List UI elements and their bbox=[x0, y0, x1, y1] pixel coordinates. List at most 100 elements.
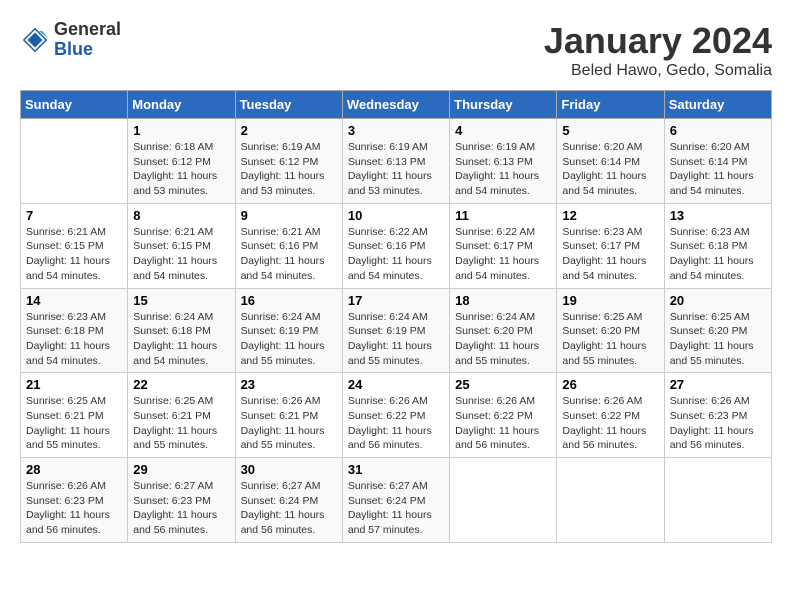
day-info: Sunrise: 6:27 AM Sunset: 6:24 PM Dayligh… bbox=[241, 479, 337, 538]
calendar-table: SundayMondayTuesdayWednesdayThursdayFrid… bbox=[20, 90, 772, 543]
day-info: Sunrise: 6:21 AM Sunset: 6:16 PM Dayligh… bbox=[241, 225, 337, 284]
day-info: Sunrise: 6:27 AM Sunset: 6:23 PM Dayligh… bbox=[133, 479, 229, 538]
day-number: 17 bbox=[348, 293, 444, 308]
day-number: 20 bbox=[670, 293, 766, 308]
day-info: Sunrise: 6:20 AM Sunset: 6:14 PM Dayligh… bbox=[670, 140, 766, 199]
day-number: 5 bbox=[562, 123, 658, 138]
day-info: Sunrise: 6:25 AM Sunset: 6:20 PM Dayligh… bbox=[670, 310, 766, 369]
day-info: Sunrise: 6:23 AM Sunset: 6:18 PM Dayligh… bbox=[670, 225, 766, 284]
calendar-day-cell: 7Sunrise: 6:21 AM Sunset: 6:15 PM Daylig… bbox=[21, 203, 128, 288]
weekday-header-cell: Monday bbox=[128, 91, 235, 119]
day-number: 30 bbox=[241, 462, 337, 477]
day-number: 19 bbox=[562, 293, 658, 308]
day-number: 14 bbox=[26, 293, 122, 308]
day-number: 27 bbox=[670, 377, 766, 392]
month-title: January 2024 bbox=[544, 20, 772, 62]
weekday-header-cell: Sunday bbox=[21, 91, 128, 119]
weekday-header-cell: Thursday bbox=[450, 91, 557, 119]
day-number: 22 bbox=[133, 377, 229, 392]
calendar-week-row: 14 Sunrise: 6:23 AM Sunset: 6:18 PM Dayli… bbox=[21, 288, 772, 373]
day-info: Sunrise: 6:26 AM Sunset: 6:22 PM Dayligh… bbox=[348, 394, 444, 453]
calendar-day-cell: 11Sunrise: 6:22 AM Sunset: 6:17 PM Dayli… bbox=[450, 203, 557, 288]
day-info: Sunrise: 6:24 AM Sunset: 6:18 PM Dayligh… bbox=[133, 310, 229, 369]
calendar-day-cell: 12 Sunrise: 6:23 AM Sunset: 6:17 PM Dayli… bbox=[557, 203, 664, 288]
day-info: Sunrise: 6:22 AM Sunset: 6:16 PM Dayligh… bbox=[348, 225, 444, 284]
calendar-day-cell: 4 Sunrise: 6:19 AM Sunset: 6:13 PM Daylig… bbox=[450, 119, 557, 204]
day-number: 28 bbox=[26, 462, 122, 477]
day-number: 31 bbox=[348, 462, 444, 477]
calendar-week-row: 21 Sunrise: 6:25 AM Sunset: 6:21 PM Dayli… bbox=[21, 373, 772, 458]
calendar-day-cell: 28Sunrise: 6:26 AM Sunset: 6:23 PM Dayli… bbox=[21, 458, 128, 543]
day-number: 23 bbox=[241, 377, 337, 392]
day-info: Sunrise: 6:23 AM Sunset: 6:17 PM Dayligh… bbox=[562, 225, 658, 284]
calendar-day-cell: 8 Sunrise: 6:21 AM Sunset: 6:15 PM Daylig… bbox=[128, 203, 235, 288]
page-header: General Blue January 2024 Beled Hawo, Ge… bbox=[20, 20, 772, 80]
day-info: Sunrise: 6:26 AM Sunset: 6:22 PM Dayligh… bbox=[455, 394, 551, 453]
calendar-day-cell: 31Sunrise: 6:27 AM Sunset: 6:24 PM Dayli… bbox=[342, 458, 449, 543]
calendar-day-cell: 26 Sunrise: 6:26 AM Sunset: 6:22 PM Dayli… bbox=[557, 373, 664, 458]
day-number: 12 bbox=[562, 208, 658, 223]
calendar-day-cell: 22 Sunrise: 6:25 AM Sunset: 6:21 PM Dayli… bbox=[128, 373, 235, 458]
location-title: Beled Hawo, Gedo, Somalia bbox=[544, 62, 772, 80]
calendar-day-cell bbox=[450, 458, 557, 543]
calendar-day-cell: 16Sunrise: 6:24 AM Sunset: 6:19 PM Dayli… bbox=[235, 288, 342, 373]
weekday-header-cell: Wednesday bbox=[342, 91, 449, 119]
calendar-day-cell bbox=[664, 458, 771, 543]
weekday-header-cell: Friday bbox=[557, 91, 664, 119]
calendar-body: 1Sunrise: 6:18 AM Sunset: 6:12 PM Daylig… bbox=[21, 119, 772, 543]
calendar-day-cell: 6 Sunrise: 6:20 AM Sunset: 6:14 PM Daylig… bbox=[664, 119, 771, 204]
day-info: Sunrise: 6:24 AM Sunset: 6:20 PM Dayligh… bbox=[455, 310, 551, 369]
calendar-day-cell: 18 Sunrise: 6:24 AM Sunset: 6:20 PM Dayli… bbox=[450, 288, 557, 373]
day-number: 9 bbox=[241, 208, 337, 223]
calendar-day-cell bbox=[557, 458, 664, 543]
day-number: 11 bbox=[455, 208, 551, 223]
day-info: Sunrise: 6:19 AM Sunset: 6:13 PM Dayligh… bbox=[455, 140, 551, 199]
calendar-day-cell: 10 Sunrise: 6:22 AM Sunset: 6:16 PM Dayli… bbox=[342, 203, 449, 288]
calendar-day-cell: 20 Sunrise: 6:25 AM Sunset: 6:20 PM Dayli… bbox=[664, 288, 771, 373]
logo: General Blue bbox=[20, 20, 121, 60]
day-number: 4 bbox=[455, 123, 551, 138]
calendar-day-cell: 17 Sunrise: 6:24 AM Sunset: 6:19 PM Dayli… bbox=[342, 288, 449, 373]
calendar-day-cell: 5 Sunrise: 6:20 AM Sunset: 6:14 PM Daylig… bbox=[557, 119, 664, 204]
day-info: Sunrise: 6:19 AM Sunset: 6:13 PM Dayligh… bbox=[348, 140, 444, 199]
day-number: 26 bbox=[562, 377, 658, 392]
logo-blue: Blue bbox=[54, 40, 121, 60]
calendar-day-cell: 2Sunrise: 6:19 AM Sunset: 6:12 PM Daylig… bbox=[235, 119, 342, 204]
calendar-day-cell bbox=[21, 119, 128, 204]
calendar-day-cell: 23Sunrise: 6:26 AM Sunset: 6:21 PM Dayli… bbox=[235, 373, 342, 458]
day-info: Sunrise: 6:26 AM Sunset: 6:23 PM Dayligh… bbox=[670, 394, 766, 453]
day-info: Sunrise: 6:24 AM Sunset: 6:19 PM Dayligh… bbox=[348, 310, 444, 369]
day-info: Sunrise: 6:21 AM Sunset: 6:15 PM Dayligh… bbox=[133, 225, 229, 284]
day-info: Sunrise: 6:23 AM Sunset: 6:18 PM Dayligh… bbox=[26, 310, 122, 369]
calendar-week-row: 7 Sunrise: 6:21 AM Sunset: 6:15 PM Daylig… bbox=[21, 203, 772, 288]
day-number: 7 bbox=[26, 208, 122, 223]
day-info: Sunrise: 6:26 AM Sunset: 6:22 PM Dayligh… bbox=[562, 394, 658, 453]
day-number: 6 bbox=[670, 123, 766, 138]
day-number: 8 bbox=[133, 208, 229, 223]
day-info: Sunrise: 6:24 AM Sunset: 6:19 PM Dayligh… bbox=[241, 310, 337, 369]
logo-general: General bbox=[54, 20, 121, 40]
day-number: 21 bbox=[26, 377, 122, 392]
calendar-day-cell: 21Sunrise: 6:25 AM Sunset: 6:21 PM Dayli… bbox=[21, 373, 128, 458]
title-block: January 2024 Beled Hawo, Gedo, Somalia bbox=[544, 20, 772, 80]
calendar-day-cell: 25 Sunrise: 6:26 AM Sunset: 6:22 PM Dayli… bbox=[450, 373, 557, 458]
day-info: Sunrise: 6:19 AM Sunset: 6:12 PM Dayligh… bbox=[241, 140, 337, 199]
calendar-day-cell: 1Sunrise: 6:18 AM Sunset: 6:12 PM Daylig… bbox=[128, 119, 235, 204]
weekday-header-cell: Tuesday bbox=[235, 91, 342, 119]
calendar-day-cell: 9 Sunrise: 6:21 AM Sunset: 6:16 PM Daylig… bbox=[235, 203, 342, 288]
calendar-day-cell: 14 Sunrise: 6:23 AM Sunset: 6:18 PM Dayli… bbox=[21, 288, 128, 373]
day-number: 1 bbox=[133, 123, 229, 138]
day-number: 3 bbox=[348, 123, 444, 138]
calendar-day-cell: 24Sunrise: 6:26 AM Sunset: 6:22 PM Dayli… bbox=[342, 373, 449, 458]
day-number: 10 bbox=[348, 208, 444, 223]
calendar-week-row: 28Sunrise: 6:26 AM Sunset: 6:23 PM Dayli… bbox=[21, 458, 772, 543]
day-number: 25 bbox=[455, 377, 551, 392]
logo-icon bbox=[20, 25, 50, 55]
day-info: Sunrise: 6:25 AM Sunset: 6:21 PM Dayligh… bbox=[133, 394, 229, 453]
day-info: Sunrise: 6:25 AM Sunset: 6:20 PM Dayligh… bbox=[562, 310, 658, 369]
calendar-day-cell: 13Sunrise: 6:23 AM Sunset: 6:18 PM Dayli… bbox=[664, 203, 771, 288]
calendar-day-cell: 30 Sunrise: 6:27 AM Sunset: 6:24 PM Dayli… bbox=[235, 458, 342, 543]
day-number: 18 bbox=[455, 293, 551, 308]
weekday-header-row: SundayMondayTuesdayWednesdayThursdayFrid… bbox=[21, 91, 772, 119]
day-info: Sunrise: 6:20 AM Sunset: 6:14 PM Dayligh… bbox=[562, 140, 658, 199]
